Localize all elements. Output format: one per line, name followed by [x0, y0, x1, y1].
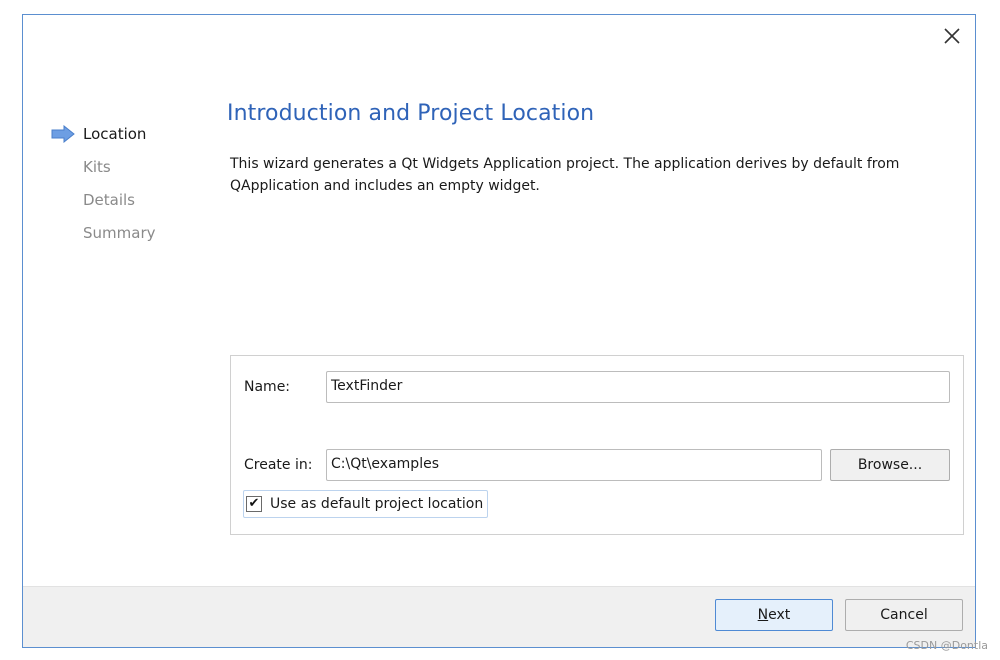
step-kits: Kits — [49, 156, 199, 189]
project-location-group: Name: TextFinder Create in: C:\Qt\exampl… — [230, 355, 964, 535]
watermark: CSDN @Dontla — [905, 639, 988, 652]
step-label: Location — [83, 125, 147, 143]
create-in-label: Create in: — [244, 457, 313, 473]
default-location-label: Use as default project location — [270, 496, 484, 512]
step-location: Location — [49, 123, 199, 156]
new-project-wizard-dialog: Location Kits Details Summary Introducti… — [22, 14, 976, 648]
close-icon — [944, 28, 960, 44]
next-label: ext — [768, 607, 791, 623]
wizard-steps: Location Kits Details Summary — [49, 123, 199, 255]
checkmark-icon: ✔ — [248, 496, 260, 511]
next-button[interactable]: Next — [715, 599, 833, 631]
default-location-checkbox[interactable]: ✔ — [246, 496, 262, 512]
close-button[interactable] — [939, 23, 965, 49]
name-input[interactable]: TextFinder — [326, 371, 950, 403]
name-label: Name: — [244, 379, 291, 395]
step-label: Kits — [83, 158, 111, 176]
step-summary: Summary — [49, 222, 199, 255]
arrow-right-icon — [51, 125, 75, 143]
button-bar: Next Cancel — [23, 586, 975, 647]
page-description: This wizard generates a Qt Widgets Appli… — [230, 156, 900, 194]
step-details: Details — [49, 189, 199, 222]
default-location-checkbox-row[interactable]: ✔ Use as default project location — [243, 490, 489, 518]
step-label: Details — [83, 191, 136, 209]
browse-button[interactable]: Browse... — [830, 449, 950, 481]
create-in-input[interactable]: C:\Qt\examples — [326, 449, 822, 481]
cancel-button[interactable]: Cancel — [845, 599, 963, 631]
next-mnemonic: N — [757, 607, 769, 623]
screen: Location Kits Details Summary Introducti… — [0, 0, 1000, 660]
page-title: Introduction and Project Location — [227, 101, 595, 126]
step-label: Summary — [83, 224, 156, 242]
